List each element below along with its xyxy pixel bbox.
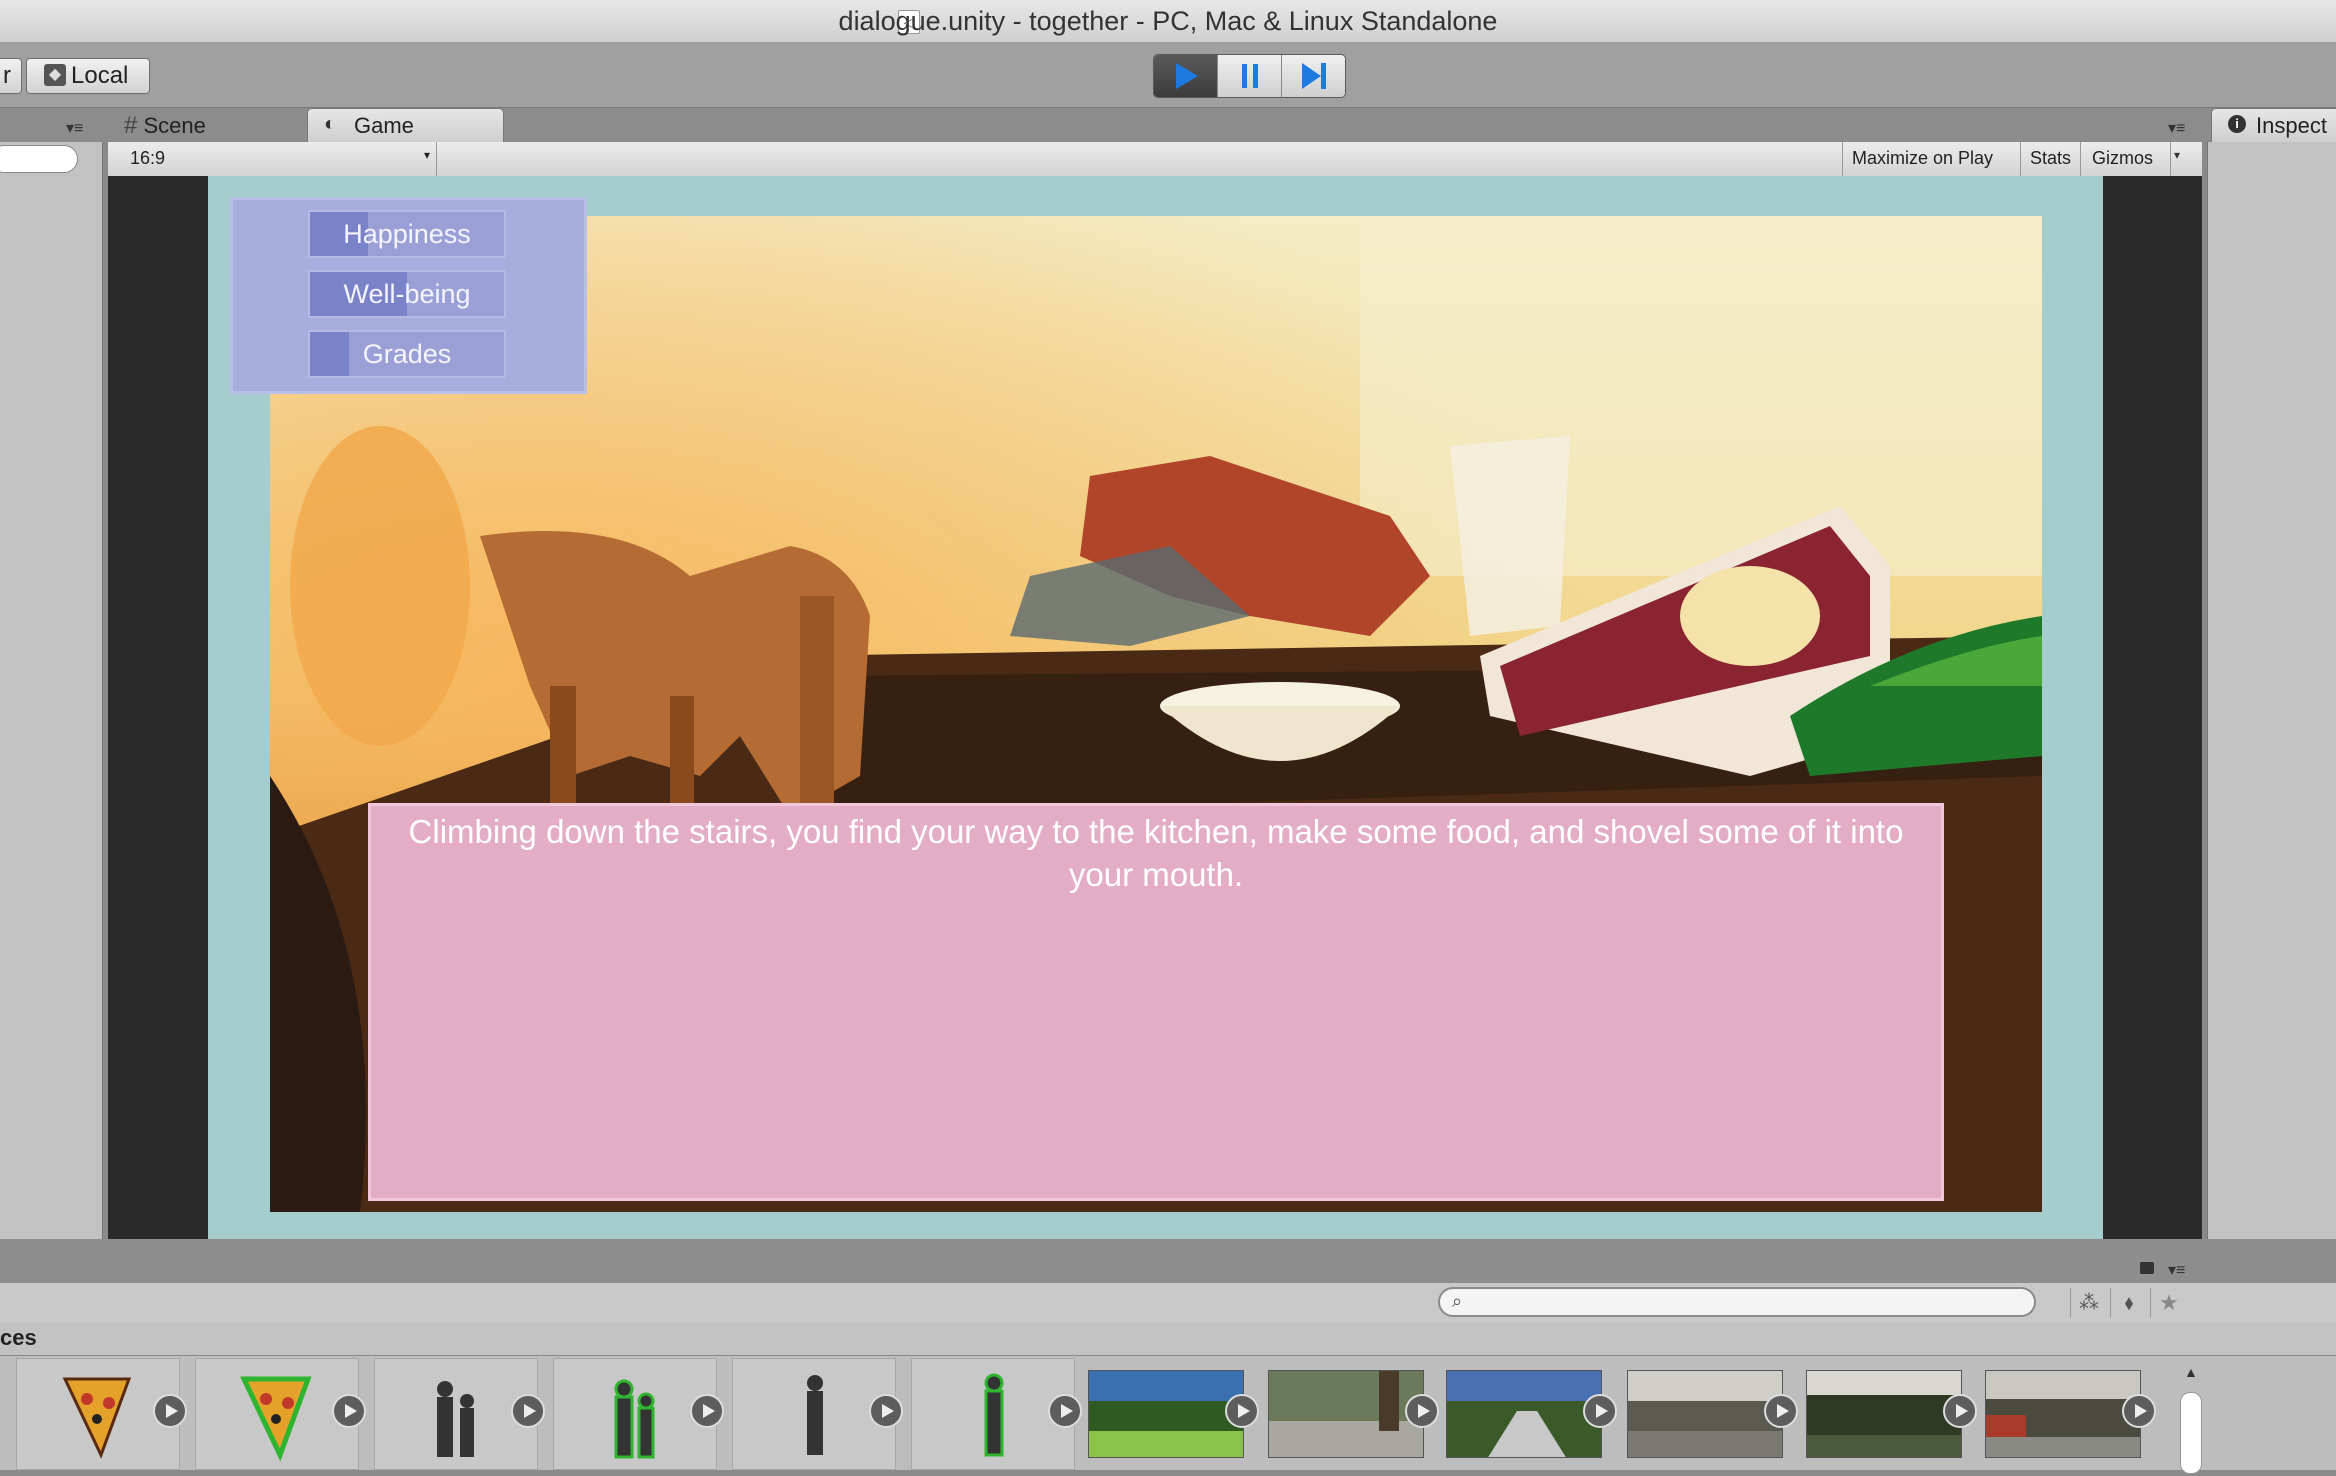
tab-inspector[interactable]: i Inspect xyxy=(2211,108,2336,142)
breadcrumb[interactable]: ces xyxy=(0,1325,37,1351)
info-icon: i xyxy=(2228,115,2246,133)
asset-play-icon[interactable] xyxy=(332,1394,366,1428)
road-photo-thumbnail[interactable] xyxy=(1985,1370,2141,1458)
grid-icon: # xyxy=(124,112,138,139)
play-controls xyxy=(1153,54,1346,98)
dialogue-text: Climbing down the stairs, you find your … xyxy=(408,813,1904,893)
park-photo-thumbnail[interactable] xyxy=(1088,1370,1244,1458)
search-icon: ⌕ xyxy=(1452,1291,1463,1311)
panel-divider xyxy=(0,1239,2336,1283)
tab-scene-label: Scene xyxy=(143,113,206,138)
asset-play-icon[interactable] xyxy=(1225,1394,1259,1428)
scroll-up-arrow-icon[interactable]: ▲ xyxy=(2184,1364,2198,1380)
asset-play-icon[interactable] xyxy=(511,1394,545,1428)
asset-play-icon[interactable] xyxy=(690,1394,724,1428)
stats-toggle[interactable]: Stats xyxy=(2030,148,2071,169)
aspect-dropdown[interactable]: 16:9 ▾ xyxy=(118,142,437,176)
pause-icon xyxy=(1242,64,1258,88)
breadcrumb-row xyxy=(0,1323,2336,1355)
asset-play-icon[interactable] xyxy=(153,1394,187,1428)
happiness-label: Happiness xyxy=(343,219,471,249)
play-icon xyxy=(1176,63,1198,89)
asset-play-icon[interactable] xyxy=(869,1394,903,1428)
hierarchy-panel xyxy=(0,142,103,1239)
panel-menu-icon[interactable]: ▾≡ xyxy=(2168,1263,2194,1279)
divider xyxy=(2080,142,2081,176)
grades-bar: Grades xyxy=(308,330,506,378)
aspect-value: 16:9 xyxy=(130,148,166,168)
project-search-input[interactable]: ⌕ xyxy=(1438,1287,2036,1317)
tab-scene[interactable]: # Scene xyxy=(124,112,304,142)
cube-icon: ◆ xyxy=(44,64,66,86)
favorite-star-icon[interactable]: ★ xyxy=(2150,1288,2187,1318)
window-title: dialogue.unity - together - PC, Mac & Li… xyxy=(838,6,1498,36)
toolbar-button-truncated-label: r xyxy=(3,62,11,89)
divider xyxy=(2170,142,2171,176)
lock-icon[interactable] xyxy=(2140,1262,2154,1274)
scroll-thumb[interactable] xyxy=(2180,1392,2202,1474)
wellbeing-bar: Well-being xyxy=(308,270,506,318)
play-button[interactable] xyxy=(1154,55,1218,97)
hierarchy-search-input[interactable] xyxy=(0,145,78,173)
asset-play-icon[interactable] xyxy=(1943,1394,1977,1428)
pause-button[interactable] xyxy=(1218,55,1282,97)
maximize-on-play-toggle[interactable]: Maximize on Play xyxy=(1852,148,1993,169)
happiness-bar: Happiness xyxy=(308,210,506,258)
step-icon xyxy=(1302,63,1326,89)
inspector-panel xyxy=(2207,142,2336,1239)
tab-inspector-label: Inspect xyxy=(2256,113,2327,138)
wellbeing-label: Well-being xyxy=(343,279,471,309)
asset-play-icon[interactable] xyxy=(1048,1394,1082,1428)
filter-by-label-icon[interactable]: ⬧ xyxy=(2110,1288,2147,1318)
divider xyxy=(2020,142,2021,176)
street-photo-thumbnail[interactable] xyxy=(1627,1370,1783,1458)
step-button[interactable] xyxy=(1282,55,1345,97)
path-photo-thumbnail[interactable] xyxy=(1268,1370,1424,1458)
asset-play-icon[interactable] xyxy=(1583,1394,1617,1428)
local-label: Local xyxy=(71,62,129,89)
grades-label: Grades xyxy=(362,339,452,369)
asset-scrollbar[interactable]: ▲ xyxy=(2176,1362,2206,1474)
filter-by-type-icon[interactable]: ⁂ xyxy=(2070,1288,2107,1318)
gizmos-chevron-down-icon[interactable]: ▾ xyxy=(2174,148,2180,162)
asset-play-icon[interactable] xyxy=(1764,1394,1798,1428)
chevron-down-icon: ▾ xyxy=(423,148,430,162)
asset-play-icon[interactable] xyxy=(2122,1394,2156,1428)
tab-game-label: Game xyxy=(354,113,414,138)
panel-menu-icon[interactable]: ▾≡ xyxy=(2168,121,2194,137)
pacman-icon: ◐ xyxy=(324,113,337,135)
asset-play-icon[interactable] xyxy=(1405,1394,1439,1428)
divider xyxy=(1842,142,1843,176)
toolbar-button-truncated[interactable]: r xyxy=(0,58,22,94)
garden-photo-thumbnail[interactable] xyxy=(1806,1370,1962,1458)
gizmos-dropdown[interactable]: Gizmos xyxy=(2092,148,2153,169)
tab-game[interactable]: ◐ Game xyxy=(307,108,504,142)
sidewalk-photo-thumbnail[interactable] xyxy=(1446,1370,1602,1458)
panel-menu-icon[interactable]: ▾≡ xyxy=(66,121,92,137)
